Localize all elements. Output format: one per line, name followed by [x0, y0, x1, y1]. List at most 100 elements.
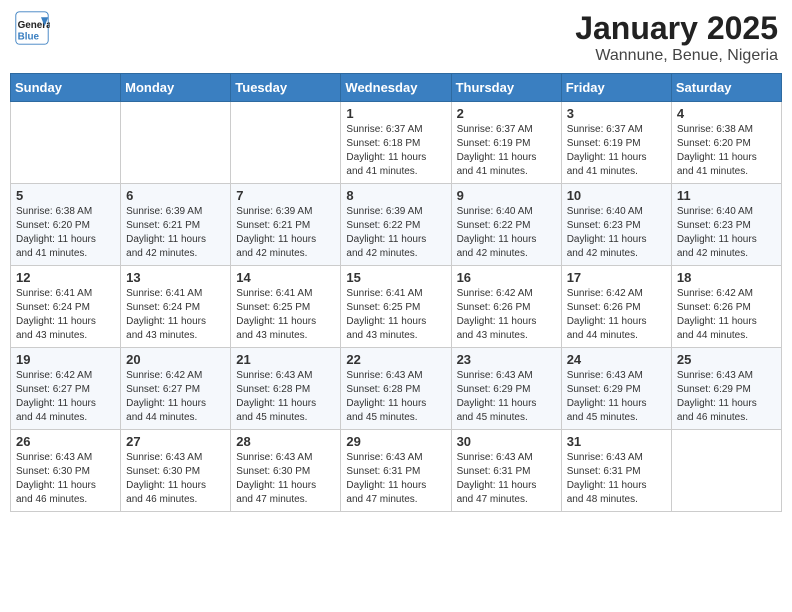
- day-of-week-header: Sunday: [11, 74, 121, 102]
- calendar-cell: 15 Sunrise: 6:41 AM Sunset: 6:25 PM Dayli…: [341, 266, 451, 348]
- calendar-cell: 12Sunrise: 6:41 AM Sunset: 6:24 PM Dayli…: [11, 266, 121, 348]
- day-info: Sunrise: 6:38 AM Sunset: 6:20 PM Dayligh…: [16, 205, 115, 261]
- logo-icon: General Blue: [14, 10, 50, 46]
- calendar-cell: 24Sunrise: 6:43 AM Sunset: 6:29 PM Dayli…: [561, 348, 671, 430]
- calendar-cell: 5 Sunrise: 6:38 AM Sunset: 6:20 PM Daylig…: [11, 184, 121, 266]
- day-of-week-header: Saturday: [671, 74, 781, 102]
- day-of-week-header: Tuesday: [231, 74, 341, 102]
- calendar-cell: 26 Sunrise: 6:43 AM Sunset: 6:30 PM Dayli…: [11, 430, 121, 512]
- day-info: Sunrise: 6:43 AM Sunset: 6:28 PM Dayligh…: [346, 369, 445, 425]
- day-number: 10: [567, 188, 666, 203]
- calendar-cell: 11 Sunrise: 6:40 AM Sunset: 6:23 PM Dayli…: [671, 184, 781, 266]
- day-number: 12: [16, 270, 115, 285]
- calendar-cell: 17 Sunrise: 6:42 AM Sunset: 6:26 PM Dayli…: [561, 266, 671, 348]
- calendar-cell: 14 Sunrise: 6:41 AM Sunset: 6:25 PM Dayli…: [231, 266, 341, 348]
- day-of-week-header: Friday: [561, 74, 671, 102]
- calendar-cell: 23Sunrise: 6:43 AM Sunset: 6:29 PM Dayli…: [451, 348, 561, 430]
- day-info: Sunrise: 6:41 AM Sunset: 6:25 PM Dayligh…: [346, 287, 445, 343]
- day-number: 4: [677, 106, 776, 121]
- calendar-cell: 30 Sunrise: 6:43 AM Sunset: 6:31 PM Dayli…: [451, 430, 561, 512]
- day-info: Sunrise: 6:43 AM Sunset: 6:30 PM Dayligh…: [126, 451, 225, 507]
- calendar-week-row: 12 Sunrise: 6:41 AM Sunset: 6:24 PM Dayli…: [11, 266, 782, 348]
- day-number: 8: [346, 188, 445, 203]
- day-info: Sunrise: 6:41 AM Sunset: 6:25 PM Dayligh…: [236, 287, 335, 343]
- day-number: 19: [16, 352, 115, 367]
- calendar-cell: 22Sunrise: 6:43 AM Sunset: 6:28 PM Dayli…: [341, 348, 451, 430]
- day-info: Sunrise: 6:40 AM Sunset: 6:22 PM Dayligh…: [457, 205, 556, 261]
- calendar-cell: 9 Sunrise: 6:40 AM Sunset: 6:22 PM Daylig…: [451, 184, 561, 266]
- day-info: Sunrise: 6:37 AM Sunset: 6:18 PM Dayligh…: [346, 123, 445, 179]
- day-number: 23: [457, 352, 556, 367]
- svg-text:Blue: Blue: [18, 32, 40, 43]
- calendar-cell: 27Sunrise: 6:43 AM Sunset: 6:30 PM Dayli…: [121, 430, 231, 512]
- day-number: 30: [457, 434, 556, 449]
- day-info: Sunrise: 6:42 AM Sunset: 6:26 PM Dayligh…: [567, 287, 666, 343]
- day-info: Sunrise: 6:43 AM Sunset: 6:31 PM Dayligh…: [457, 451, 556, 507]
- calendar-cell: [671, 430, 781, 512]
- day-info: Sunrise: 6:40 AM Sunset: 6:23 PM Dayligh…: [677, 205, 776, 261]
- calendar-cell: 7 Sunrise: 6:39 AM Sunset: 6:21 PM Daylig…: [231, 184, 341, 266]
- title-block: January 2025 Wannune, Benue, Nigeria: [575, 10, 778, 65]
- day-number: 16: [457, 270, 556, 285]
- calendar-cell: 29 Sunrise: 6:43 AM Sunset: 6:31 PM Dayli…: [341, 430, 451, 512]
- calendar-header-row: SundayMondayTuesdayWednesdayThursdayFrid…: [11, 74, 782, 102]
- day-number: 1: [346, 106, 445, 121]
- day-number: 28: [236, 434, 335, 449]
- calendar-cell: 21Sunrise: 6:43 AM Sunset: 6:28 PM Dayli…: [231, 348, 341, 430]
- day-number: 5: [16, 188, 115, 203]
- day-number: 7: [236, 188, 335, 203]
- day-number: 6: [126, 188, 225, 203]
- day-info: Sunrise: 6:43 AM Sunset: 6:30 PM Dayligh…: [236, 451, 335, 507]
- day-info: Sunrise: 6:42 AM Sunset: 6:27 PM Dayligh…: [16, 369, 115, 425]
- day-number: 3: [567, 106, 666, 121]
- day-number: 18: [677, 270, 776, 285]
- day-number: 25: [677, 352, 776, 367]
- day-number: 31: [567, 434, 666, 449]
- day-number: 9: [457, 188, 556, 203]
- calendar-cell: 18 Sunrise: 6:42 AM Sunset: 6:26 PM Dayli…: [671, 266, 781, 348]
- calendar-week-row: 19 Sunrise: 6:42 AM Sunset: 6:27 PM Dayli…: [11, 348, 782, 430]
- day-info: Sunrise: 6:43 AM Sunset: 6:30 PM Dayligh…: [16, 451, 115, 507]
- day-info: Sunrise: 6:42 AM Sunset: 6:26 PM Dayligh…: [677, 287, 776, 343]
- calendar-week-row: 1 Sunrise: 6:37 AM Sunset: 6:18 PM Daylig…: [11, 102, 782, 184]
- day-number: 2: [457, 106, 556, 121]
- day-of-week-header: Thursday: [451, 74, 561, 102]
- day-info: Sunrise: 6:41 AM Sunset: 6:24 PM Dayligh…: [126, 287, 225, 343]
- calendar-cell: [121, 102, 231, 184]
- calendar-cell: 28 Sunrise: 6:43 AM Sunset: 6:30 PM Dayli…: [231, 430, 341, 512]
- calendar-cell: 6Sunrise: 6:39 AM Sunset: 6:21 PM Daylig…: [121, 184, 231, 266]
- day-number: 29: [346, 434, 445, 449]
- calendar-cell: 16 Sunrise: 6:42 AM Sunset: 6:26 PM Dayli…: [451, 266, 561, 348]
- logo: General Blue: [14, 10, 54, 46]
- calendar-week-row: 26 Sunrise: 6:43 AM Sunset: 6:30 PM Dayli…: [11, 430, 782, 512]
- calendar-cell: [11, 102, 121, 184]
- day-info: Sunrise: 6:40 AM Sunset: 6:23 PM Dayligh…: [567, 205, 666, 261]
- calendar-cell: 8Sunrise: 6:39 AM Sunset: 6:22 PM Daylig…: [341, 184, 451, 266]
- calendar-cell: 31 Sunrise: 6:43 AM Sunset: 6:31 PM Dayli…: [561, 430, 671, 512]
- day-info: Sunrise: 6:43 AM Sunset: 6:31 PM Dayligh…: [346, 451, 445, 507]
- day-number: 11: [677, 188, 776, 203]
- day-number: 26: [16, 434, 115, 449]
- day-number: 15: [346, 270, 445, 285]
- day-number: 24: [567, 352, 666, 367]
- day-info: Sunrise: 6:43 AM Sunset: 6:31 PM Dayligh…: [567, 451, 666, 507]
- day-info: Sunrise: 6:42 AM Sunset: 6:27 PM Dayligh…: [126, 369, 225, 425]
- day-number: 21: [236, 352, 335, 367]
- page-header: General Blue January 2025 Wannune, Benue…: [10, 10, 782, 65]
- day-number: 14: [236, 270, 335, 285]
- day-number: 13: [126, 270, 225, 285]
- day-info: Sunrise: 6:38 AM Sunset: 6:20 PM Dayligh…: [677, 123, 776, 179]
- day-of-week-header: Monday: [121, 74, 231, 102]
- day-number: 17: [567, 270, 666, 285]
- day-info: Sunrise: 6:43 AM Sunset: 6:29 PM Dayligh…: [677, 369, 776, 425]
- calendar-cell: 25 Sunrise: 6:43 AM Sunset: 6:29 PM Dayli…: [671, 348, 781, 430]
- page-subtitle: Wannune, Benue, Nigeria: [575, 47, 778, 65]
- day-info: Sunrise: 6:39 AM Sunset: 6:21 PM Dayligh…: [236, 205, 335, 261]
- calendar-cell: [231, 102, 341, 184]
- calendar-cell: 10 Sunrise: 6:40 AM Sunset: 6:23 PM Dayli…: [561, 184, 671, 266]
- calendar-cell: 20Sunrise: 6:42 AM Sunset: 6:27 PM Dayli…: [121, 348, 231, 430]
- day-info: Sunrise: 6:37 AM Sunset: 6:19 PM Dayligh…: [457, 123, 556, 179]
- day-info: Sunrise: 6:42 AM Sunset: 6:26 PM Dayligh…: [457, 287, 556, 343]
- calendar-cell: 2 Sunrise: 6:37 AM Sunset: 6:19 PM Daylig…: [451, 102, 561, 184]
- day-of-week-header: Wednesday: [341, 74, 451, 102]
